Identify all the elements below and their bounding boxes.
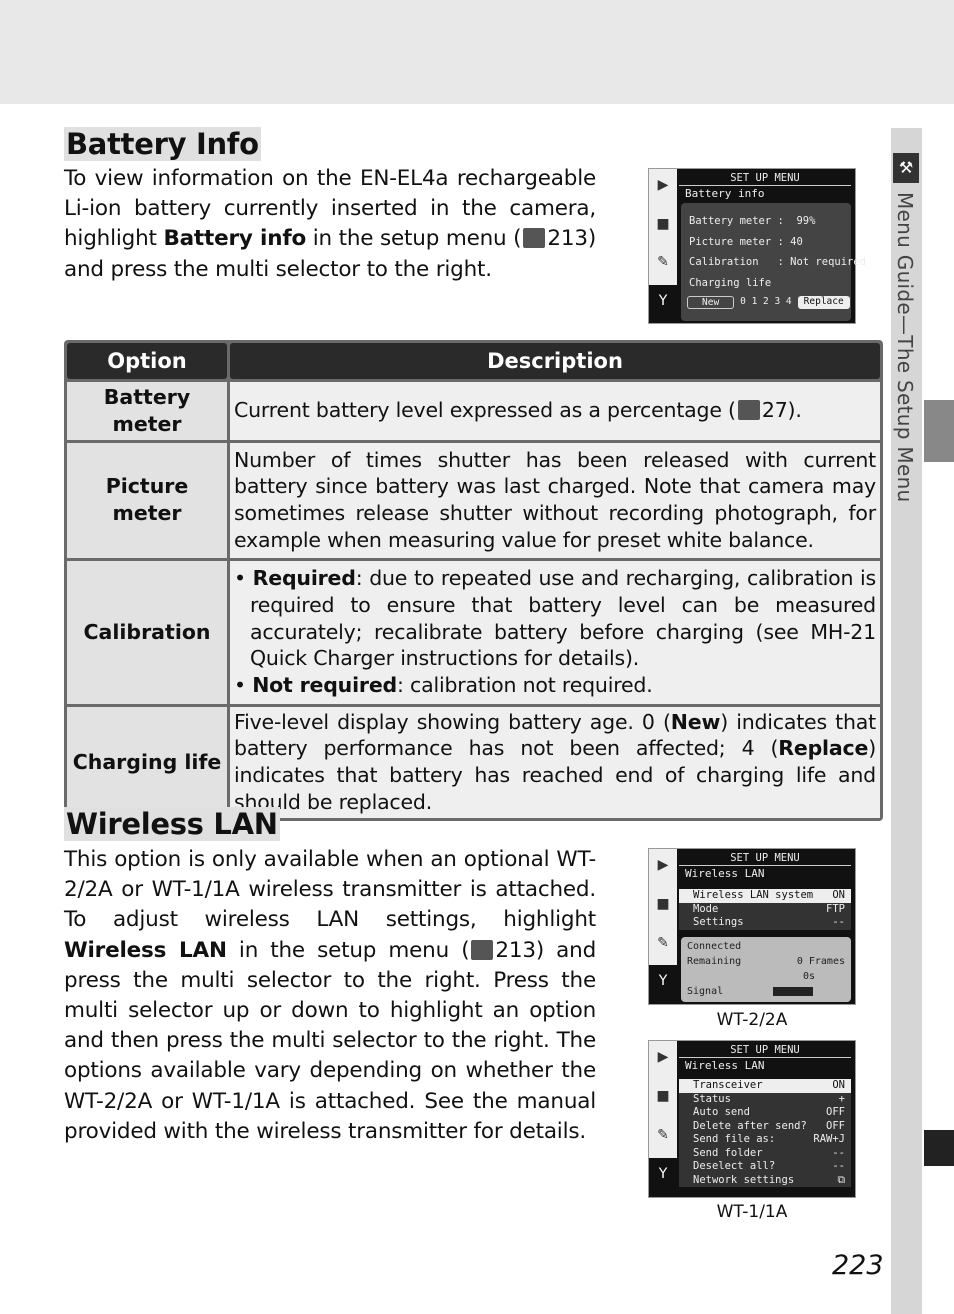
wireless-lan-text: This option is only available when an op… (64, 847, 597, 1144)
page-ref-icon (471, 939, 494, 960)
page-ref-icon (523, 228, 546, 249)
menu-item: Transceiver ON (679, 1079, 851, 1093)
wt1-screen: ▶ ■ ✎ Y SET UP MENU Wireless LAN Transceive… (648, 1040, 856, 1198)
options-table: Option Description Battery meter Current b… (64, 340, 883, 821)
menu-item: Delete after send? OFF (679, 1119, 851, 1133)
signal-bar (773, 987, 814, 996)
menu-item: Deselect all? -- (679, 1160, 851, 1174)
wt2-screen: ▶ ■ ✎ Y SET UP MENU Wireless LAN Wireless L… (648, 848, 856, 1005)
menu-item: Send file as: RAW+J (679, 1133, 851, 1147)
wrench-icon: ⚒ (893, 153, 919, 183)
battery-info-heading: Battery Info (64, 127, 261, 161)
caption-wt1: WT-1/1A (716, 1202, 788, 1222)
page-ref-icon (737, 400, 760, 421)
menu-item: Auto send OFF (679, 1106, 851, 1120)
battery-info-screen: ▶ ■ ✎ Y SET UP MENU Battery info Battery me… (648, 168, 866, 324)
battery-info-text: To view information on the EN-EL4a recha… (64, 166, 597, 282)
wrench-icon: Y (649, 284, 677, 323)
section-label: Menu Guide—The Setup Menu (893, 192, 917, 503)
header-band (0, 0, 954, 104)
menu-item: Status + (679, 1092, 851, 1106)
menu-item: Send folder -- (679, 1146, 851, 1160)
chapter-tab-active (924, 1130, 954, 1166)
page-number: 223 (832, 1250, 884, 1281)
menu-item: Network settings ⧉ (679, 1173, 851, 1187)
wireless-lan-heading: Wireless LAN (64, 807, 280, 841)
caption-wt2: WT-2/2A (716, 1010, 788, 1030)
chapter-tab (924, 400, 954, 462)
